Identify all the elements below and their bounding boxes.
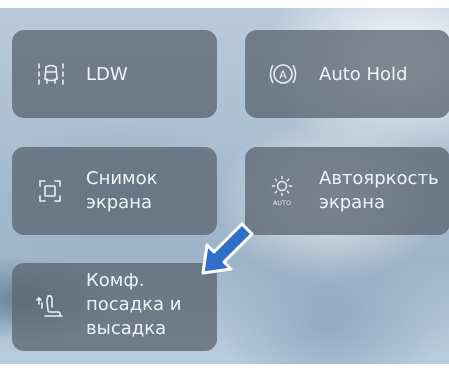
seat-easy-entry-icon (36, 295, 63, 317)
top-border (0, 0, 449, 8)
control-panel: LDW A Auto Hold Снимок экрана AUTO Автоя… (0, 0, 449, 374)
comfort-entry-label-line-2: посадка и (86, 294, 182, 315)
auto-hold-tile[interactable]: A Auto Hold (245, 30, 449, 118)
screenshot-label-line-2: экрана (86, 192, 153, 213)
comfort-entry-tile[interactable]: Комф. посадка и высадка (12, 263, 217, 351)
screenshot-label-line-1: Снимок (86, 168, 158, 189)
screenshot-icon (39, 180, 61, 202)
auto-brightness-tile[interactable]: AUTO Автояркость экрана (245, 147, 449, 235)
auto-brightness-label-line-2: экрана (319, 192, 386, 213)
screenshot-label: Снимок экрана (86, 167, 158, 215)
bottom-border (0, 364, 449, 374)
comfort-entry-label-line-1: Комф. (86, 270, 145, 291)
auto-brightness-label: Автояркость экрана (319, 167, 439, 215)
ldw-label: LDW (86, 64, 128, 85)
auto-hold-label: Auto Hold (319, 64, 408, 85)
svg-text:A: A (279, 69, 287, 82)
ldw-tile[interactable]: LDW (12, 30, 217, 118)
comfort-entry-label-line-3: высадка (86, 318, 167, 339)
lane-departure-icon (38, 63, 64, 85)
auto-hold-icon: A (269, 64, 297, 84)
comfort-entry-label: Комф. посадка и высадка (86, 269, 181, 341)
auto-brightness-icon: AUTO (271, 175, 293, 207)
pointer-arrow-icon (201, 222, 254, 275)
auto-brightness-label-line-1: Автояркость (319, 168, 439, 189)
screenshot-tile[interactable]: Снимок экрана (12, 147, 217, 235)
auto-brightness-icon-text: AUTO (273, 199, 291, 207)
